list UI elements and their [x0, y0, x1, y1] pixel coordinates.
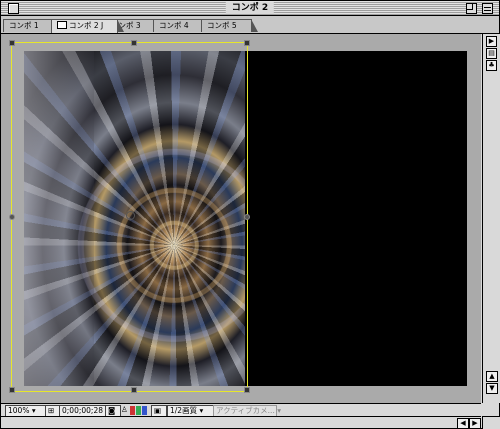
handle-bottom-right[interactable] — [244, 387, 250, 393]
green-channel-icon[interactable] — [136, 406, 141, 415]
comp-flowchart-icon[interactable]: ▤ — [486, 48, 497, 59]
handle-middle-right[interactable] — [244, 214, 250, 220]
scroll-right-arrow[interactable]: ▶ — [469, 418, 481, 429]
layer-bounding-box[interactable] — [9, 40, 250, 393]
red-channel-icon[interactable] — [130, 406, 135, 415]
tab-comp-4[interactable]: コンポ 4 — [153, 19, 210, 32]
composition-icon — [57, 21, 67, 29]
title-bar[interactable]: コンポ 2 — [1, 1, 499, 16]
handle-bottom-left[interactable] — [9, 387, 15, 393]
horizontal-scrollbar[interactable]: ◀ ▶ — [1, 416, 481, 429]
zoom-box-icon[interactable] — [466, 3, 477, 14]
tab-comp-5[interactable]: コンポ 5 — [201, 19, 258, 32]
scroll-up-arrow[interactable]: ▲ — [486, 371, 498, 382]
handle-top-right[interactable] — [244, 40, 250, 46]
tab-comp-2[interactable]: コンポ 2 J — [51, 19, 125, 33]
tab-comp-1[interactable]: コンポ 1 — [3, 19, 60, 32]
scroll-down-arrow[interactable]: ▼ — [486, 383, 498, 394]
viewer-status-bar: 100% ▾ ⊞ 0;00;00;28 ◙ ♙ ▣ 1/2画質 ▾ アクティブカ… — [1, 403, 481, 417]
viewer-side-panel: ▶ ▤ ♣ ▲ ▼ — [482, 34, 500, 403]
handle-top-left[interactable] — [9, 40, 15, 46]
window-title: コンポ 2 — [225, 2, 275, 14]
resize-grow-box[interactable] — [482, 416, 500, 429]
tab-bar: コンポ 1 コンポ 2 J コンポ 3 コンポ 4 コンポ 5 — [1, 16, 499, 34]
composition-viewer[interactable] — [1, 34, 481, 403]
anchor-point-icon[interactable] — [126, 211, 135, 220]
layer-switch-icon[interactable]: ♣ — [486, 60, 497, 71]
handle-bottom-center[interactable] — [131, 387, 137, 393]
collapse-box-icon[interactable] — [482, 3, 493, 14]
blue-channel-icon[interactable] — [142, 406, 147, 415]
scroll-left-arrow[interactable]: ◀ — [457, 418, 469, 429]
handle-middle-left[interactable] — [9, 214, 15, 220]
composition-window: コンポ 2 コンポ 1 コンポ 2 J コンポ 3 コンポ 4 コンポ 5 ▶ … — [0, 0, 500, 429]
close-box-icon[interactable] — [8, 3, 19, 14]
handle-top-center[interactable] — [131, 40, 137, 46]
panel-menu-arrow-icon[interactable]: ▶ — [486, 36, 497, 47]
